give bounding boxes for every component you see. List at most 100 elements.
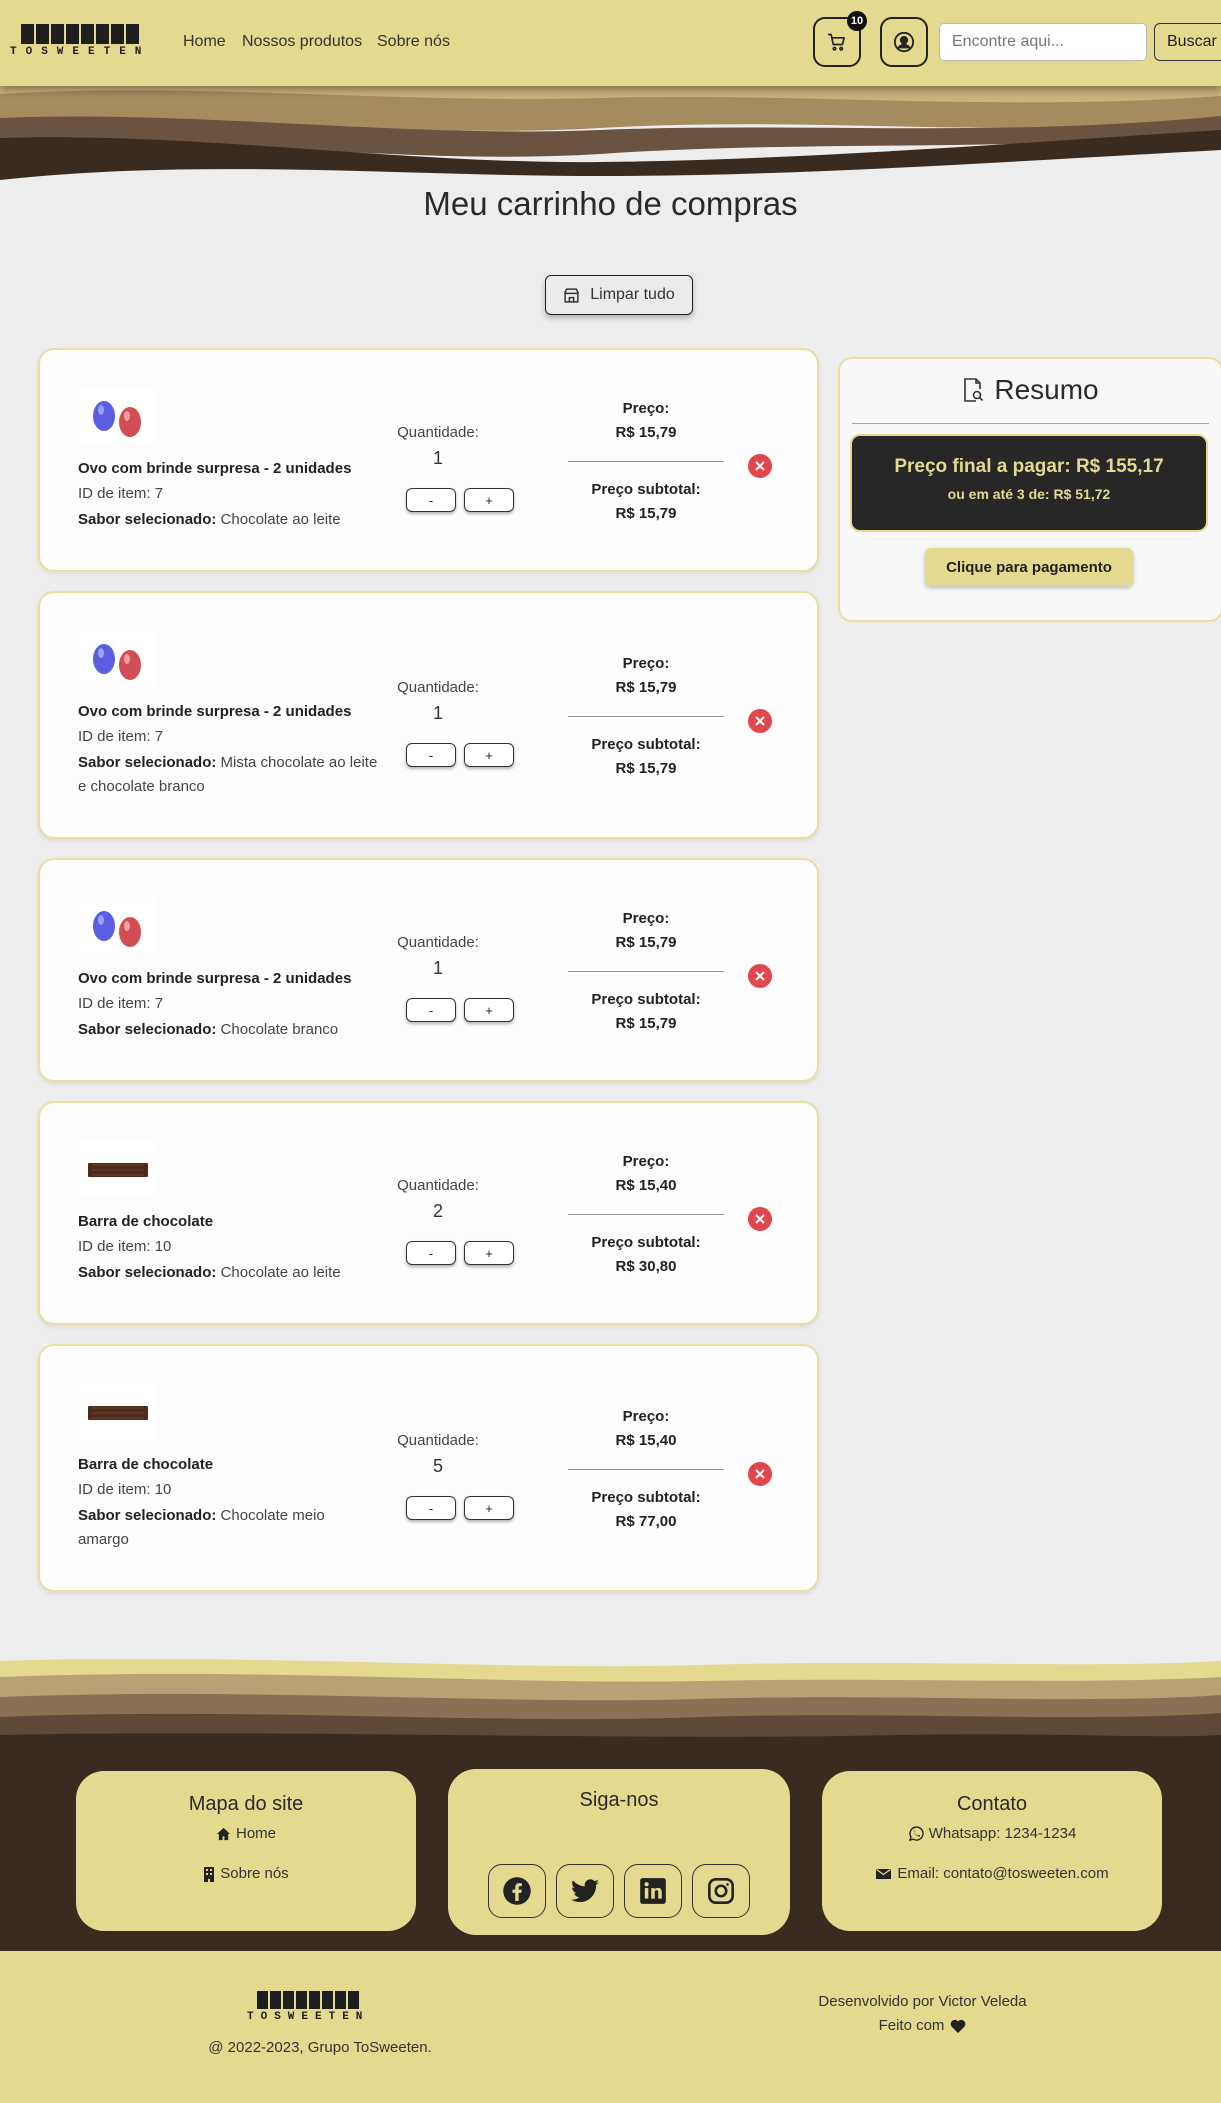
item-name: Ovo com brinde surpresa - 2 unidades: [78, 703, 352, 720]
nav-link-home[interactable]: Home: [183, 33, 226, 51]
header-wave: [0, 80, 1221, 180]
made-with-love: Feito com: [780, 2017, 1065, 2034]
subtotal-value: R$ 77,00: [615, 1513, 677, 1530]
footer-link-about[interactable]: Sobre nós: [76, 1865, 416, 1882]
facebook-link[interactable]: [488, 1864, 546, 1918]
increase-quantity-button[interactable]: +: [464, 1241, 514, 1265]
quantity-value: 5: [432, 1456, 443, 1476]
footer-link-home[interactable]: Home: [76, 1825, 416, 1842]
decrease-quantity-button[interactable]: -: [406, 488, 456, 512]
cart-item: Barra de chocolate ID de item: 10 Sabor …: [38, 1101, 819, 1325]
twitter-link[interactable]: [556, 1864, 614, 1918]
cart-icon: [827, 33, 845, 51]
logo-barcode: [21, 24, 140, 44]
price-label: Preço:: [622, 1153, 670, 1170]
increase-quantity-button[interactable]: +: [464, 743, 514, 767]
close-icon: [755, 1214, 765, 1224]
price-value: R$ 15,79: [615, 424, 677, 441]
remove-item-button[interactable]: [748, 454, 772, 478]
email-contact[interactable]: Email: contato@tosweeten.com: [822, 1865, 1162, 1882]
whatsapp-icon: [908, 1825, 924, 1841]
item-flavor: Sabor selecionado: Chocolate ao leite: [78, 511, 341, 528]
copyright-text: @ 2022-2023, Grupo ToSweeten.: [208, 2039, 432, 2056]
page-title: Meu carrinho de compras: [423, 185, 798, 222]
quantity-value: 1: [432, 448, 443, 468]
cart-button[interactable]: 10: [813, 11, 867, 67]
price-divider: [568, 1469, 724, 1470]
sitemap-card: Mapa do site Home Sobre nós: [76, 1771, 416, 1931]
search-button[interactable]: Buscar: [1154, 23, 1221, 61]
remove-item-button[interactable]: [748, 709, 772, 733]
item-id: ID de item: 7: [78, 485, 164, 502]
nav-link-about[interactable]: Sobre nós: [377, 33, 450, 51]
item-id: ID de item: 7: [78, 995, 164, 1012]
footer-logo-barcode: [257, 1991, 360, 2009]
cart-item: Ovo com brinde surpresa - 2 unidades ID …: [38, 858, 819, 1082]
final-price-box: Preço final a pagar: R$ 155,17 ou em até…: [850, 434, 1208, 532]
cart-item: Ovo com brinde surpresa - 2 unidades ID …: [38, 591, 819, 839]
footer-logo-wordmark: TOSWEETEN: [247, 2011, 370, 2023]
price-label: Preço:: [622, 400, 670, 417]
remove-item-button[interactable]: [748, 1207, 772, 1231]
clear-all-button[interactable]: Limpar tudo: [545, 275, 693, 315]
price-label: Preço:: [622, 655, 670, 672]
footer-logo: TOSWEETEN: [247, 1991, 369, 2023]
close-icon: [755, 461, 765, 471]
instagram-icon: [708, 1878, 734, 1904]
increase-quantity-button[interactable]: +: [464, 998, 514, 1022]
price-divider: [568, 1214, 724, 1215]
developer-credit: Desenvolvido por Victor Veleda: [818, 1993, 1027, 2010]
user-circle-icon: [893, 31, 915, 53]
final-price: Preço final a pagar: R$ 155,17: [894, 456, 1164, 477]
close-icon: [755, 716, 765, 726]
quantity-value: 1: [432, 703, 443, 723]
account-button[interactable]: [880, 17, 928, 67]
price-label: Preço:: [622, 1408, 670, 1425]
decrease-quantity-button[interactable]: -: [406, 998, 456, 1022]
quantity-label: Quantidade:: [397, 424, 479, 441]
summary-header: Resumo: [840, 374, 1221, 406]
logo-wordmark: TOSWEETEN: [10, 46, 151, 58]
price-value: R$ 15,40: [615, 1177, 677, 1194]
quantity-label: Quantidade:: [397, 679, 479, 696]
increase-quantity-button[interactable]: +: [464, 1496, 514, 1520]
subtotal-value: R$ 15,79: [615, 760, 677, 777]
price-label: Preço:: [622, 910, 670, 927]
twitter-icon: [571, 1879, 599, 1903]
instagram-link[interactable]: [692, 1864, 750, 1918]
product-image: [80, 388, 156, 444]
contact-card: Contato Whatsapp: 1234-1234 Email: conta…: [822, 1771, 1162, 1931]
product-image: [80, 1384, 156, 1440]
search-input[interactable]: [939, 23, 1147, 61]
item-flavor: Sabor selecionado: Mista chocolate ao le…: [78, 754, 378, 795]
price-value: R$ 15,40: [615, 1432, 677, 1449]
nav-link-products[interactable]: Nossos produtos: [242, 33, 362, 51]
item-id: ID de item: 7: [78, 728, 164, 745]
footer-links-area: Mapa do site Home Sobre nós Siga-nos Con…: [0, 1743, 1221, 1951]
subtotal-label: Preço subtotal:: [591, 991, 701, 1008]
remove-item-button[interactable]: [748, 964, 772, 988]
subtotal-label: Preço subtotal:: [591, 1234, 701, 1251]
quantity-label: Quantidade:: [397, 1177, 479, 1194]
pay-button[interactable]: Clique para pagamento: [925, 548, 1133, 586]
price-divider: [568, 971, 724, 972]
close-icon: [755, 1469, 765, 1479]
increase-quantity-button[interactable]: +: [464, 488, 514, 512]
remove-item-button[interactable]: [748, 1462, 772, 1486]
quantity-value: 1: [432, 958, 443, 978]
whatsapp-contact[interactable]: Whatsapp: 1234-1234: [822, 1825, 1162, 1842]
clear-all-label: Limpar tudo: [590, 286, 675, 303]
installments-text: ou em até 3 de: R$ 51,72: [947, 486, 1111, 502]
decrease-quantity-button[interactable]: -: [406, 743, 456, 767]
close-icon: [755, 971, 765, 981]
navbar: TOSWEETEN Home Nossos produtos Sobre nós…: [0, 0, 1221, 86]
cart-item: Barra de chocolate ID de item: 10 Sabor …: [38, 1344, 819, 1592]
product-image: [80, 631, 156, 687]
decrease-quantity-button[interactable]: -: [406, 1496, 456, 1520]
linkedin-link[interactable]: [624, 1864, 682, 1918]
item-flavor: Sabor selecionado: Chocolate branco: [78, 1021, 339, 1038]
building-icon: [204, 1866, 215, 1882]
brand-logo[interactable]: TOSWEETEN: [10, 24, 150, 58]
decrease-quantity-button[interactable]: -: [406, 1241, 456, 1265]
item-id: ID de item: 10: [78, 1481, 172, 1498]
